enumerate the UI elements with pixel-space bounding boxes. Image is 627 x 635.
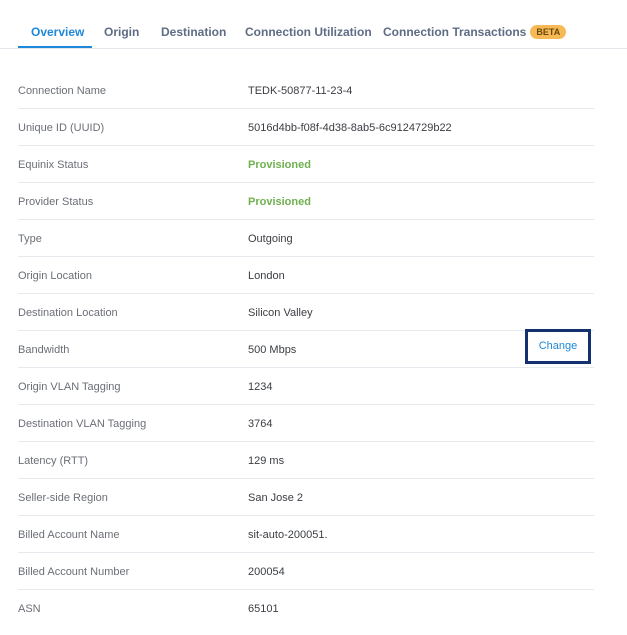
detail-row-destination-vlan: Destination VLAN Tagging 3764 xyxy=(18,405,594,442)
detail-value: 500 Mbps xyxy=(248,344,297,356)
detail-row-uuid: Unique ID (UUID) 5016d4bb-f08f-4d38-8ab5… xyxy=(18,109,594,146)
detail-row-billed-account-number: Billed Account Number 200054 xyxy=(18,553,594,590)
tab-connection-utilization[interactable]: Connection Utilization xyxy=(245,0,372,47)
detail-label: ASN xyxy=(18,603,41,615)
detail-value: 65101 xyxy=(248,603,279,615)
tab-origin[interactable]: Origin xyxy=(104,0,139,47)
detail-value: Silicon Valley xyxy=(248,307,313,319)
change-bandwidth-button[interactable]: Change xyxy=(525,329,591,364)
tab-bar: Overview Origin Destination Connection U… xyxy=(0,0,627,49)
status-value: Provisioned xyxy=(248,196,311,208)
detail-row-destination-location: Destination Location Silicon Valley xyxy=(18,294,594,331)
detail-value: sit-auto-200051. xyxy=(248,529,328,541)
detail-label: Origin Location xyxy=(18,270,92,282)
detail-value: 1234 xyxy=(248,381,273,393)
detail-value: Outgoing xyxy=(248,233,293,245)
detail-row-bandwidth: Bandwidth 500 Mbps Change xyxy=(18,329,594,368)
detail-label: Latency (RTT) xyxy=(18,455,89,467)
detail-row-billed-account-name: Billed Account Name sit-auto-200051. xyxy=(18,516,594,553)
detail-value: TEDK-50877-11-23-4 xyxy=(248,85,353,97)
tab-connection-transactions[interactable]: Connection Transactions BETA xyxy=(383,0,567,47)
active-tab-indicator xyxy=(18,46,92,48)
detail-label: Equinix Status xyxy=(18,159,89,171)
detail-label: Billed Account Name xyxy=(18,529,120,541)
detail-row-asn: ASN 65101 xyxy=(18,590,594,626)
detail-label: Type xyxy=(18,233,42,245)
detail-row-connection-name: Connection Name TEDK-50877-11-23-4 xyxy=(18,72,594,109)
detail-row-equinix-status: Equinix Status Provisioned xyxy=(18,146,594,183)
detail-value: London xyxy=(248,270,285,282)
detail-value: 5016d4bb-f08f-4d38-8ab5-6c9124729b22 xyxy=(248,122,452,134)
detail-label: Destination Location xyxy=(18,307,118,319)
tab-destination[interactable]: Destination xyxy=(161,0,226,47)
detail-label: Seller-side Region xyxy=(18,492,108,504)
detail-value: 200054 xyxy=(248,566,285,578)
detail-row-latency: Latency (RTT) 129 ms xyxy=(18,442,594,479)
detail-label: Provider Status xyxy=(18,196,94,208)
detail-value: 129 ms xyxy=(248,455,285,467)
detail-row-seller-region: Seller-side Region San Jose 2 xyxy=(18,479,594,516)
detail-label: Billed Account Number xyxy=(18,566,130,578)
detail-label: Unique ID (UUID) xyxy=(18,122,105,134)
detail-value: San Jose 2 xyxy=(248,492,304,504)
detail-label: Connection Name xyxy=(18,85,107,97)
tab-connection-transactions-label: Connection Transactions xyxy=(383,25,527,39)
detail-row-origin-location: Origin Location London xyxy=(18,257,594,294)
status-value: Provisioned xyxy=(248,159,311,171)
tab-overview[interactable]: Overview xyxy=(31,0,84,47)
detail-value: 3764 xyxy=(248,418,273,430)
detail-label: Origin VLAN Tagging xyxy=(18,381,121,393)
detail-row-provider-status: Provider Status Provisioned xyxy=(18,183,594,220)
connection-details-list: Connection Name TEDK-50877-11-23-4 Uniqu… xyxy=(18,72,594,626)
detail-row-origin-vlan: Origin VLAN Tagging 1234 xyxy=(18,368,594,405)
detail-row-type: Type Outgoing xyxy=(18,220,594,257)
beta-badge: BETA xyxy=(530,25,567,39)
detail-label: Bandwidth xyxy=(18,344,70,356)
detail-label: Destination VLAN Tagging xyxy=(18,418,147,430)
